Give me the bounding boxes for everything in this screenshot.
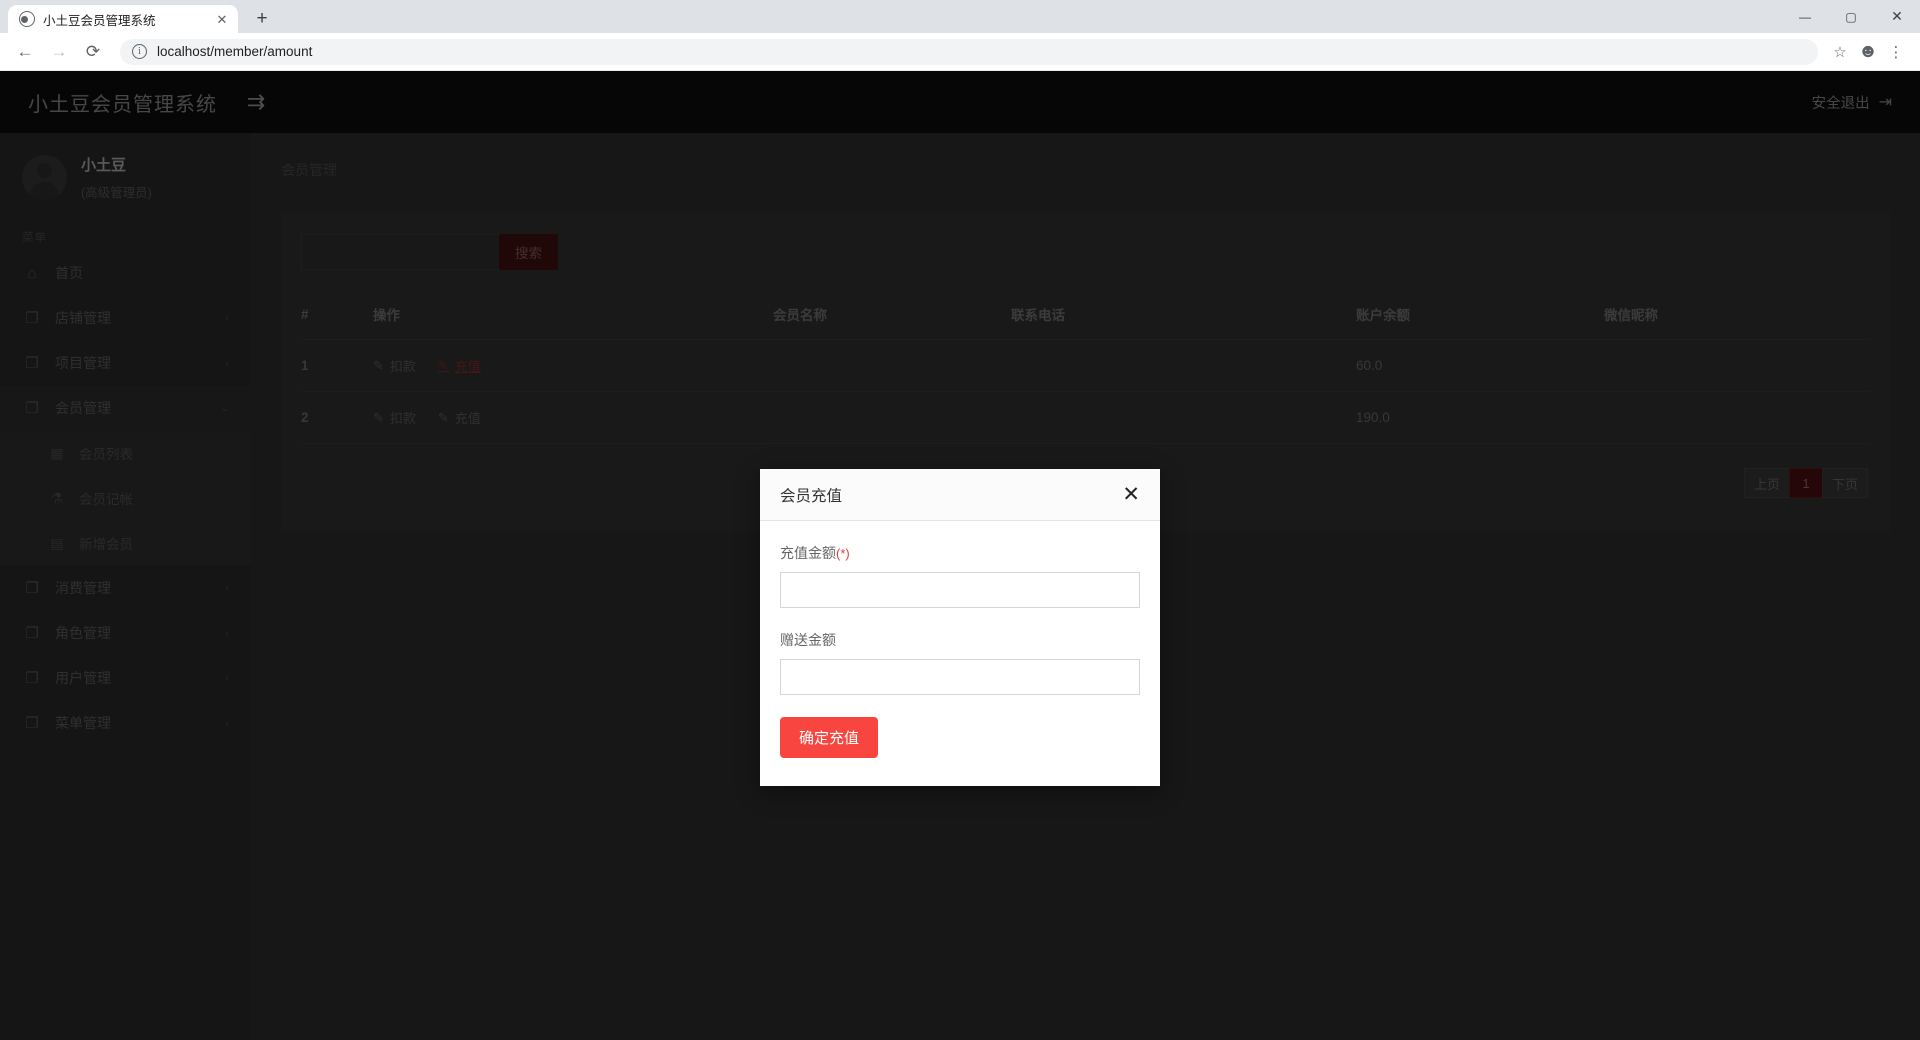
gift-amount-input[interactable] <box>780 659 1140 695</box>
favicon-icon <box>19 11 35 27</box>
profile-avatar-icon[interactable]: ☻ <box>1854 38 1882 66</box>
browser-menu-icon[interactable]: ⋮ <box>1882 38 1910 66</box>
address-bar[interactable]: i localhost/member/amount <box>120 38 1818 65</box>
window-controls: — ▢ ✕ <box>1782 0 1920 33</box>
window-close-button[interactable]: ✕ <box>1874 0 1920 33</box>
close-icon[interactable]: ✕ <box>1122 484 1140 505</box>
required-marker: (*) <box>836 546 850 561</box>
modal-body: 充值金额(*) 赠送金额 确定充值 <box>760 521 1160 786</box>
browser-window: 小土豆会员管理系统 ✕ + — ▢ ✕ ← → ⟳ i localhost/me… <box>0 0 1920 1040</box>
amount-label-text: 充值金额 <box>780 545 836 561</box>
tab-title: 小土豆会员管理系统 <box>43 13 156 28</box>
browser-toolbar: ← → ⟳ i localhost/member/amount ☆ ☻ ⋮ <box>0 33 1920 71</box>
url-text: localhost/member/amount <box>157 44 313 59</box>
amount-field-group: 充值金额(*) <box>780 543 1140 608</box>
gift-field-group: 赠送金额 <box>780 630 1140 695</box>
recharge-modal: 会员充值 ✕ 充值金额(*) 赠送金额 确定充值 <box>760 469 1160 786</box>
maximize-button[interactable]: ▢ <box>1828 0 1874 33</box>
reload-button[interactable]: ⟳ <box>78 37 108 67</box>
bookmark-star-icon[interactable]: ☆ <box>1826 38 1854 66</box>
amount-label: 充值金额(*) <box>780 543 1140 563</box>
new-tab-button[interactable]: + <box>248 4 276 32</box>
amount-input[interactable] <box>780 572 1140 608</box>
site-info-icon[interactable]: i <box>132 44 147 59</box>
tab-strip: 小土豆会员管理系统 ✕ + — ▢ ✕ <box>0 0 1920 33</box>
confirm-recharge-button[interactable]: 确定充值 <box>780 717 879 758</box>
modal-title: 会员充值 <box>780 487 843 505</box>
forward-button[interactable]: → <box>44 37 74 67</box>
tab-close-icon[interactable]: ✕ <box>214 11 230 27</box>
back-button[interactable]: ← <box>10 37 40 67</box>
minimize-button[interactable]: — <box>1782 0 1828 33</box>
page-viewport: 小土豆会员管理系统 ⇉ 安全退出 ⇥ 小土豆 (高级管理员) 菜单 <box>0 71 1920 1040</box>
gift-label: 赠送金额 <box>780 632 836 648</box>
modal-header: 会员充值 ✕ <box>760 469 1160 521</box>
browser-tab[interactable]: 小土豆会员管理系统 ✕ <box>8 5 238 33</box>
